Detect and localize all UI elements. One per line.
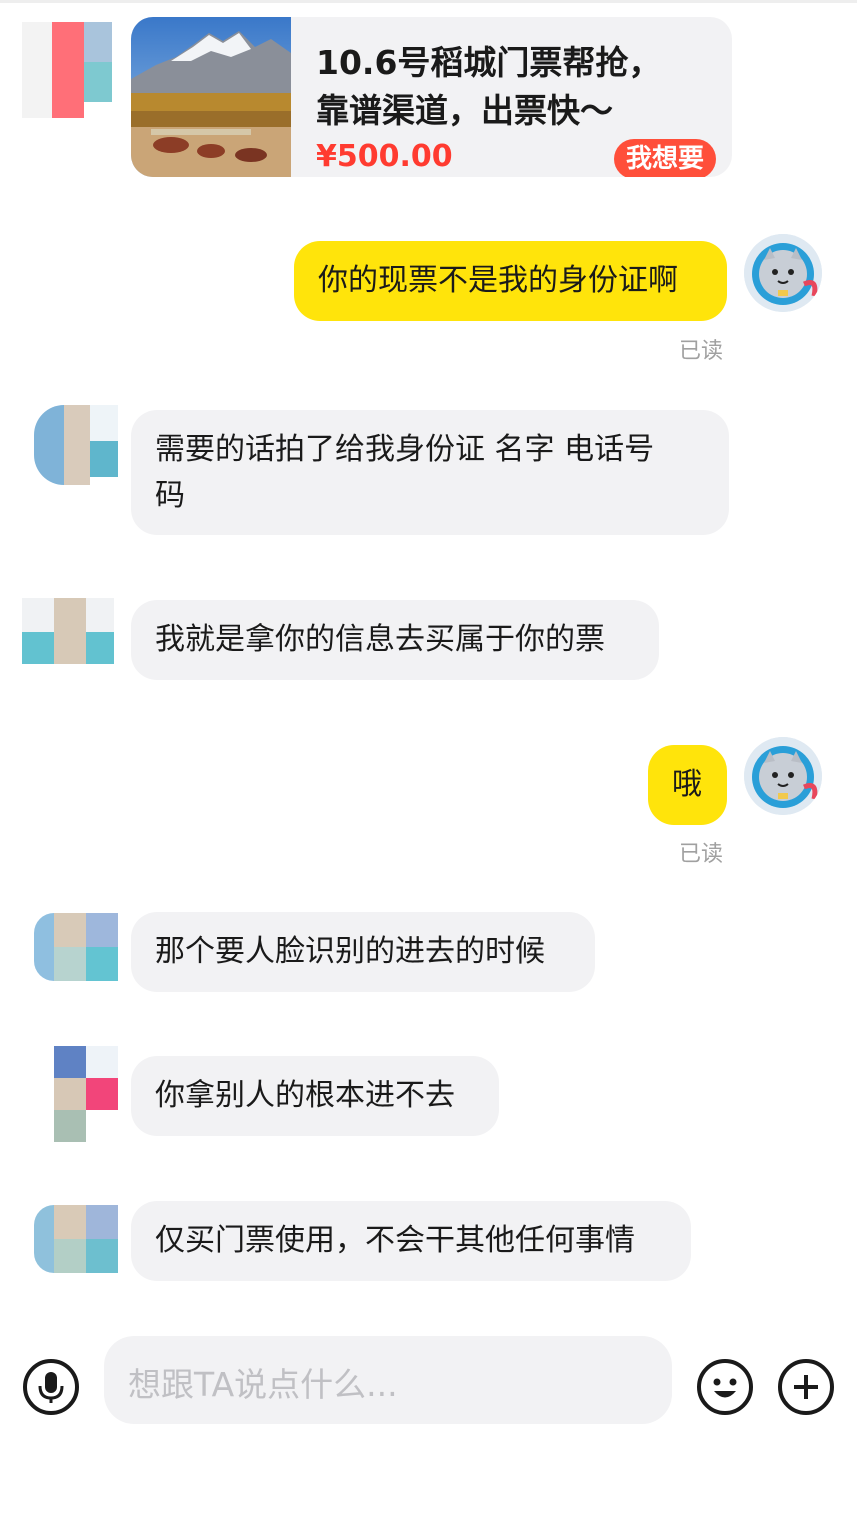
- message-text: 哦: [672, 767, 702, 802]
- smiley-icon[interactable]: [696, 1358, 754, 1416]
- my-avatar[interactable]: [744, 737, 822, 815]
- microphone-icon[interactable]: [22, 1358, 80, 1416]
- read-receipt: 已读: [679, 339, 724, 364]
- seller-avatar[interactable]: [22, 598, 114, 664]
- cat-astronaut-icon: [744, 234, 822, 312]
- seller-avatar[interactable]: [34, 405, 118, 485]
- message-text: 仅买门票使用，不会干其他任何事情: [155, 1223, 635, 1258]
- message-text-line1: 需要的话拍了给我身份证 名字 电话号: [155, 432, 655, 467]
- message-bubble-incoming[interactable]: 我就是拿你的信息去买属于你的票: [131, 600, 659, 680]
- read-receipt: 已读: [679, 842, 724, 867]
- message-bubble-incoming[interactable]: 需要的话拍了给我身份证 名字 电话号 码: [131, 410, 729, 535]
- product-title-line1: 10.6号稻城门票帮抢，: [316, 43, 662, 82]
- product-title: 10.6号稻城门票帮抢， 靠谱渠道，出票快～: [316, 39, 716, 135]
- message-bubble-incoming[interactable]: 你拿别人的根本进不去: [131, 1056, 499, 1136]
- plus-icon[interactable]: [777, 1358, 835, 1416]
- my-avatar[interactable]: [744, 234, 822, 312]
- top-divider: [0, 0, 857, 3]
- product-image: [131, 17, 291, 177]
- message-bubble-incoming[interactable]: 仅买门票使用，不会干其他任何事情: [131, 1201, 691, 1281]
- message-input[interactable]: 想跟TA说点什么...: [104, 1336, 672, 1424]
- product-title-line2: 靠谱渠道，出票快～: [316, 91, 613, 130]
- seller-avatar[interactable]: [22, 22, 114, 118]
- message-bubble-outgoing[interactable]: 哦: [648, 745, 727, 825]
- cat-astronaut-icon: [744, 737, 822, 815]
- message-bubble-incoming[interactable]: 那个要人脸识别的进去的时候: [131, 912, 595, 992]
- message-text-line2: 码: [155, 478, 185, 513]
- message-input-placeholder: 想跟TA说点什么...: [128, 1365, 398, 1404]
- message-text: 我就是拿你的信息去买属于你的票: [155, 622, 605, 657]
- message-bubble-outgoing[interactable]: 你的现票不是我的身份证啊: [294, 241, 727, 321]
- message-text: 你拿别人的根本进不去: [155, 1078, 455, 1113]
- message-text: 那个要人脸识别的进去的时候: [155, 934, 545, 969]
- seller-avatar[interactable]: [34, 1046, 118, 1142]
- product-card[interactable]: 10.6号稻城门票帮抢， 靠谱渠道，出票快～ ¥500.00 我想要: [131, 17, 732, 177]
- seller-avatar[interactable]: [34, 913, 118, 981]
- message-text: 你的现票不是我的身份证啊: [318, 263, 678, 298]
- want-button[interactable]: 我想要: [613, 139, 716, 177]
- seller-avatar[interactable]: [34, 1205, 118, 1273]
- product-price: ¥500.00: [316, 139, 453, 174]
